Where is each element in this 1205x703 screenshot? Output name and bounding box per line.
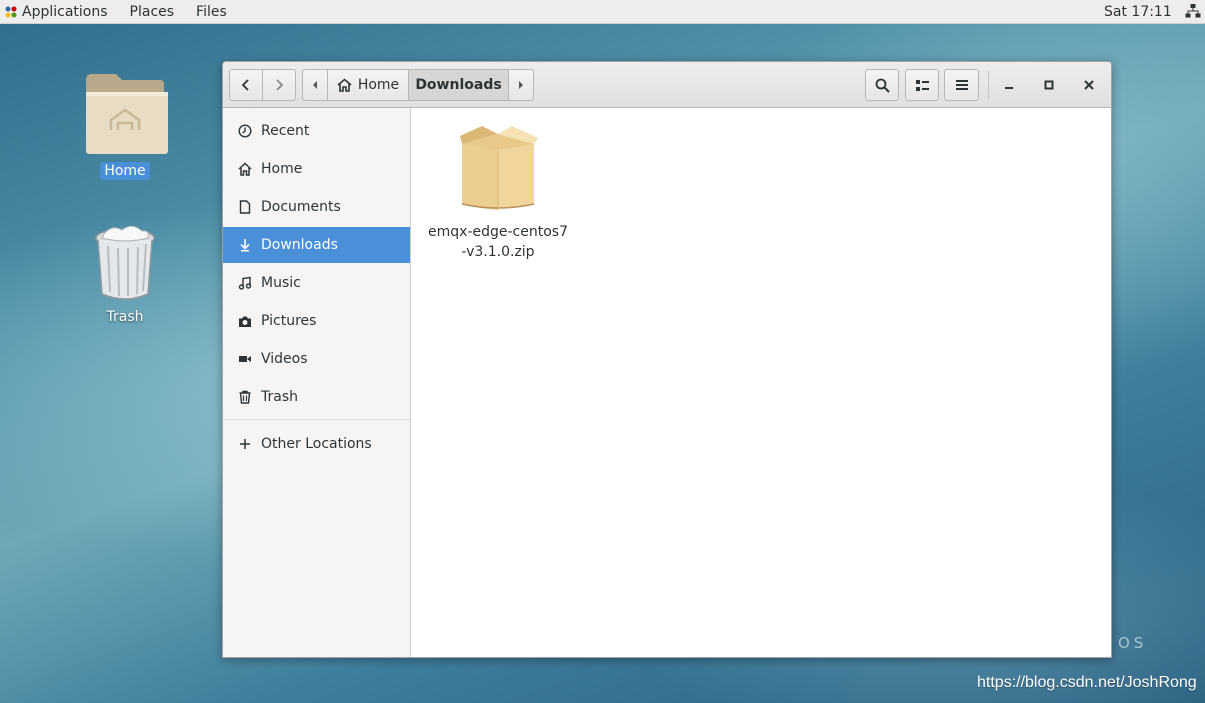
file-manager-window: Home Downloads Recent Home Documents Dow… xyxy=(222,61,1112,658)
top-bar: Applications Places Files Sat 17:11 xyxy=(0,0,1205,24)
forward-button[interactable] xyxy=(262,69,296,101)
file-item[interactable]: emqx-edge-centos7-v3.1.0.zip xyxy=(426,120,570,262)
arrow-left-icon xyxy=(313,81,317,89)
home-icon xyxy=(337,78,352,92)
search-icon xyxy=(875,78,890,93)
path-scroll-left-button[interactable] xyxy=(302,69,328,101)
back-button[interactable] xyxy=(229,69,263,101)
applications-label: Applications xyxy=(22,3,108,20)
arrow-right-icon xyxy=(519,81,523,89)
chevron-right-icon xyxy=(276,79,284,91)
places-menu[interactable]: Places xyxy=(119,0,186,24)
sidebar-item-home[interactable]: Home xyxy=(223,151,410,187)
file-view[interactable]: emqx-edge-centos7-v3.1.0.zip xyxy=(412,108,1111,657)
camera-icon xyxy=(237,314,252,329)
trash-icon xyxy=(237,390,252,405)
applications-menu[interactable]: Applications xyxy=(0,0,119,24)
sidebar-item-documents[interactable]: Documents xyxy=(223,189,410,225)
search-button[interactable] xyxy=(865,69,899,101)
music-icon xyxy=(237,276,252,291)
sidebar-separator xyxy=(223,419,410,420)
document-icon xyxy=(237,200,252,215)
video-icon xyxy=(237,352,252,367)
trash-can-icon xyxy=(95,225,155,300)
clock-icon xyxy=(237,124,252,139)
desktop-home-label: Home xyxy=(100,162,150,180)
sidebar-item-label: Documents xyxy=(261,199,341,215)
minimize-icon xyxy=(1005,87,1013,89)
sidebar-item-label: Downloads xyxy=(261,237,338,253)
places-sidebar: Recent Home Documents Downloads Music Pi… xyxy=(223,108,411,657)
applications-icon xyxy=(5,6,17,17)
desktop-os-mark: OS xyxy=(1118,634,1148,652)
path-home-button[interactable]: Home xyxy=(327,69,409,101)
list-view-icon xyxy=(915,79,929,91)
desktop-home[interactable]: Home xyxy=(79,72,171,180)
minimize-button[interactable] xyxy=(993,69,1025,101)
sidebar-item-videos[interactable]: Videos xyxy=(223,341,410,377)
path-downloads-button[interactable]: Downloads xyxy=(408,69,509,101)
sidebar-item-label: Recent xyxy=(261,123,310,139)
chevron-left-icon xyxy=(241,79,249,91)
sidebar-item-label: Other Locations xyxy=(261,436,372,452)
sidebar-item-other-locations[interactable]: Other Locations xyxy=(223,426,410,462)
close-icon xyxy=(1084,80,1094,90)
sidebar-item-label: Music xyxy=(261,275,301,291)
clock[interactable]: Sat 17:11 xyxy=(1104,0,1172,24)
sidebar-item-music[interactable]: Music xyxy=(223,265,410,301)
files-label: Files xyxy=(196,3,227,20)
plus-icon xyxy=(237,437,252,452)
download-icon xyxy=(237,238,252,253)
maximize-icon xyxy=(1044,80,1054,90)
sidebar-item-downloads[interactable]: Downloads xyxy=(223,227,410,263)
sidebar-item-label: Home xyxy=(261,161,303,177)
maximize-button[interactable] xyxy=(1033,69,1065,101)
sidebar-item-pictures[interactable]: Pictures xyxy=(223,303,410,339)
places-label: Places xyxy=(129,3,175,20)
file-name: emqx-edge-centos7-v3.1.0.zip xyxy=(428,224,568,260)
home-folder-icon xyxy=(86,74,168,154)
desktop-trash[interactable]: Trash xyxy=(79,222,171,326)
view-options-button[interactable] xyxy=(905,69,939,101)
hamburger-icon xyxy=(955,80,968,90)
desktop-trash-label: Trash xyxy=(106,309,144,325)
watermark: https://blog.csdn.net/JoshRong xyxy=(977,674,1197,691)
path-home-label: Home xyxy=(357,77,400,93)
header-separator xyxy=(988,71,989,99)
sidebar-item-trash[interactable]: Trash xyxy=(223,379,410,415)
sidebar-item-label: Videos xyxy=(261,351,308,367)
network-icon[interactable] xyxy=(1185,3,1201,19)
close-button[interactable] xyxy=(1073,69,1105,101)
sidebar-item-label: Pictures xyxy=(261,313,317,329)
path-downloads-label: Downloads xyxy=(415,77,502,93)
archive-icon xyxy=(460,126,538,210)
files-menu[interactable]: Files xyxy=(185,0,238,24)
header-bar: Home Downloads xyxy=(223,62,1111,108)
path-scroll-right-button[interactable] xyxy=(508,69,534,101)
sidebar-item-label: Trash xyxy=(261,389,298,405)
sidebar-item-recent[interactable]: Recent xyxy=(223,113,410,149)
home-icon xyxy=(237,162,252,177)
hamburger-menu-button[interactable] xyxy=(944,69,979,101)
